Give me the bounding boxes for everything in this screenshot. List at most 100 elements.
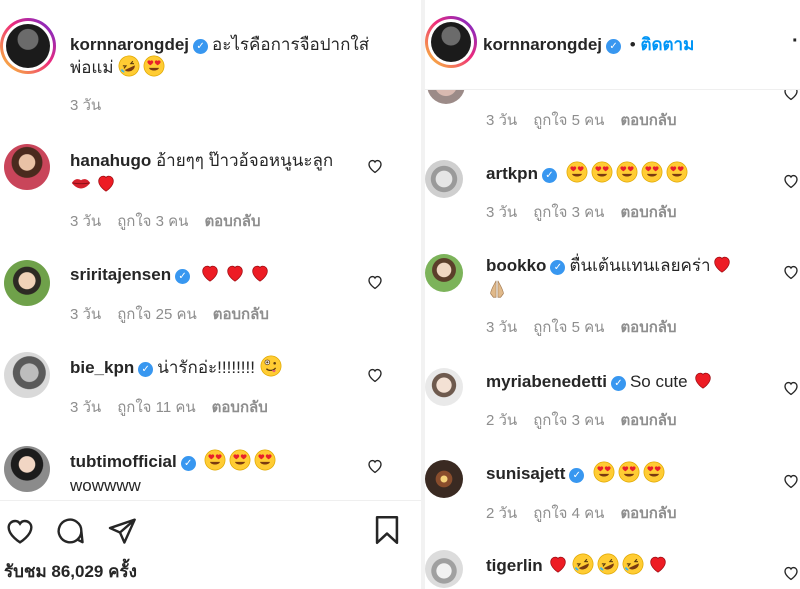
heart-eyes-emoji [616, 161, 638, 183]
rolling-laughing-emoji [572, 553, 594, 575]
comment-time: 3 วัน [70, 213, 102, 230]
comment-bubble-icon[interactable] [54, 515, 86, 547]
view-count: รับชม 86,029 ครั้ง [4, 562, 137, 581]
comment-username[interactable]: hanahugo [70, 151, 151, 170]
like-heart-icon[interactable] [4, 515, 36, 547]
comment-time: 3 วัน [70, 399, 102, 416]
verified-badge-icon: ✓ [138, 362, 154, 377]
comment-likes[interactable]: ถูกใจ 3 คน [533, 204, 604, 221]
author-username[interactable]: kornnarongdej [70, 35, 189, 54]
commenter-avatar[interactable] [425, 160, 463, 198]
comment-time: 2 วัน [486, 412, 518, 429]
heart-eyes-emoji [566, 161, 588, 183]
comment-likes[interactable]: ถูกใจ 4 คน [533, 505, 604, 522]
comment-username[interactable]: sriritajensen [70, 265, 171, 284]
commenter-avatar[interactable] [4, 260, 50, 306]
reply-button[interactable]: ตอบกลับ [213, 306, 269, 323]
comment-username[interactable]: myriabenedetti [486, 372, 607, 391]
rolling-laughing-emoji [622, 553, 644, 575]
verified-badge-icon: ✓ [541, 168, 557, 183]
comment-likes[interactable]: ถูกใจ 3 คน [533, 412, 604, 429]
comment-username[interactable]: bookko [486, 256, 546, 275]
heart-eyes-emoji [591, 161, 613, 183]
author-avatar[interactable] [0, 18, 56, 74]
like-comment-heart-icon[interactable] [366, 157, 384, 175]
verified-badge-icon: ✓ [610, 376, 626, 391]
rolling-laughing-emoji [597, 553, 619, 575]
comment-time: 3 วัน [486, 112, 518, 129]
like-comment-heart-icon[interactable] [782, 263, 800, 281]
left-comments-panel: kornnarongdej ✓ อะไรคือการจือปากใส่ พ่อแม่… [0, 0, 421, 589]
reply-button[interactable]: ตอบกลับ [620, 412, 676, 429]
commenter-avatar[interactable] [425, 254, 463, 292]
right-comments-panel: 3 วัน ถูกใจ 5 คน ตอบกลับ artkpn ✓ 3 วัน ถูกใ… [425, 0, 800, 589]
commenter-avatar[interactable] [425, 460, 463, 498]
post-header: kornnarongdej ✓ • ติดตาม · [425, 0, 800, 90]
like-comment-heart-icon[interactable] [366, 457, 384, 475]
like-comment-heart-icon[interactable] [782, 564, 800, 582]
comment-time: 3 วัน [486, 204, 518, 221]
comment-time: 2 วัน [486, 505, 518, 522]
reply-button[interactable]: ตอบกลับ [204, 213, 260, 230]
author-username[interactable]: kornnarongdej [483, 35, 602, 54]
comment-likes[interactable]: ถูกใจ 25 คน [117, 306, 197, 323]
heart-eyes-emoji [666, 161, 688, 183]
reply-button[interactable]: ตอบกลับ [620, 112, 676, 129]
comment-username[interactable]: bie_kpn [70, 358, 134, 377]
comment-text: น่ารักอ่ะ!!!!!!!! [157, 358, 255, 377]
reply-button[interactable]: ตอบกลับ [620, 319, 676, 336]
commenter-avatar[interactable] [4, 352, 50, 398]
comment-username[interactable]: tigerlin [486, 556, 543, 575]
heart-eyes-emoji [229, 449, 251, 471]
heart-eyes-emoji [643, 461, 665, 483]
red-heart-emoji [224, 262, 246, 284]
comment-likes[interactable]: ถูกใจ 3 คน [117, 213, 188, 230]
comment-username[interactable]: sunisajett [486, 464, 565, 483]
like-comment-heart-icon[interactable] [782, 172, 800, 190]
commenter-avatar[interactable] [425, 550, 463, 588]
red-heart-emoji [199, 262, 221, 284]
rolling-laughing-emoji [118, 55, 140, 77]
comment-time: 3 วัน [486, 319, 518, 336]
like-comment-heart-icon[interactable] [366, 273, 384, 291]
red-heart-emoji [647, 553, 669, 575]
reply-button[interactable]: ตอบกลับ [620, 505, 676, 522]
red-heart-emoji [547, 553, 569, 575]
heart-eyes-emoji [204, 449, 226, 471]
heart-eyes-emoji [641, 161, 663, 183]
commenter-avatar[interactable] [425, 368, 463, 406]
save-bookmark-icon[interactable] [370, 513, 404, 547]
commenter-avatar[interactable] [4, 144, 50, 190]
post-time: 3 วัน [70, 97, 102, 114]
comment-text: So cute [629, 372, 688, 391]
like-comment-heart-icon[interactable] [782, 472, 800, 490]
verified-badge-icon: ✓ [193, 39, 209, 54]
comment-username[interactable]: artkpn [486, 164, 538, 183]
share-paper-plane-icon[interactable] [106, 515, 138, 547]
heart-eyes-emoji [593, 461, 615, 483]
comment-likes[interactable]: ถูกใจ 5 คน [533, 319, 604, 336]
follow-button[interactable]: ติดตาม [640, 35, 694, 54]
post-caption-line2: พ่อแม่ [70, 58, 114, 77]
comment-text: อ้ายๆๆ ป๊าวอ้จอหนูนะลูก [155, 151, 334, 170]
like-comment-heart-icon[interactable] [782, 379, 800, 397]
comment-text: wowwww [70, 476, 141, 495]
like-comment-heart-icon[interactable] [366, 366, 384, 384]
folded-hands-emoji [486, 278, 508, 300]
author-avatar[interactable] [425, 16, 477, 68]
comment-likes[interactable]: ถูกใจ 11 คน [117, 399, 195, 416]
red-heart-emoji [95, 172, 117, 194]
more-options-icon[interactable]: · [792, 30, 799, 53]
zany-face-emoji [260, 355, 282, 377]
verified-badge-icon: ✓ [569, 468, 585, 483]
red-heart-emoji [692, 369, 714, 391]
reply-button[interactable]: ตอบกลับ [620, 204, 676, 221]
lips-emoji [70, 172, 92, 194]
comment-username[interactable]: tubtimofficial [70, 452, 177, 471]
heart-eyes-emoji [254, 449, 276, 471]
reply-button[interactable]: ตอบกลับ [212, 399, 268, 416]
verified-badge-icon: ✓ [550, 260, 566, 275]
comment-likes[interactable]: ถูกใจ 5 คน [533, 112, 604, 129]
comment-time: 3 วัน [70, 306, 102, 323]
commenter-avatar[interactable] [4, 446, 50, 492]
